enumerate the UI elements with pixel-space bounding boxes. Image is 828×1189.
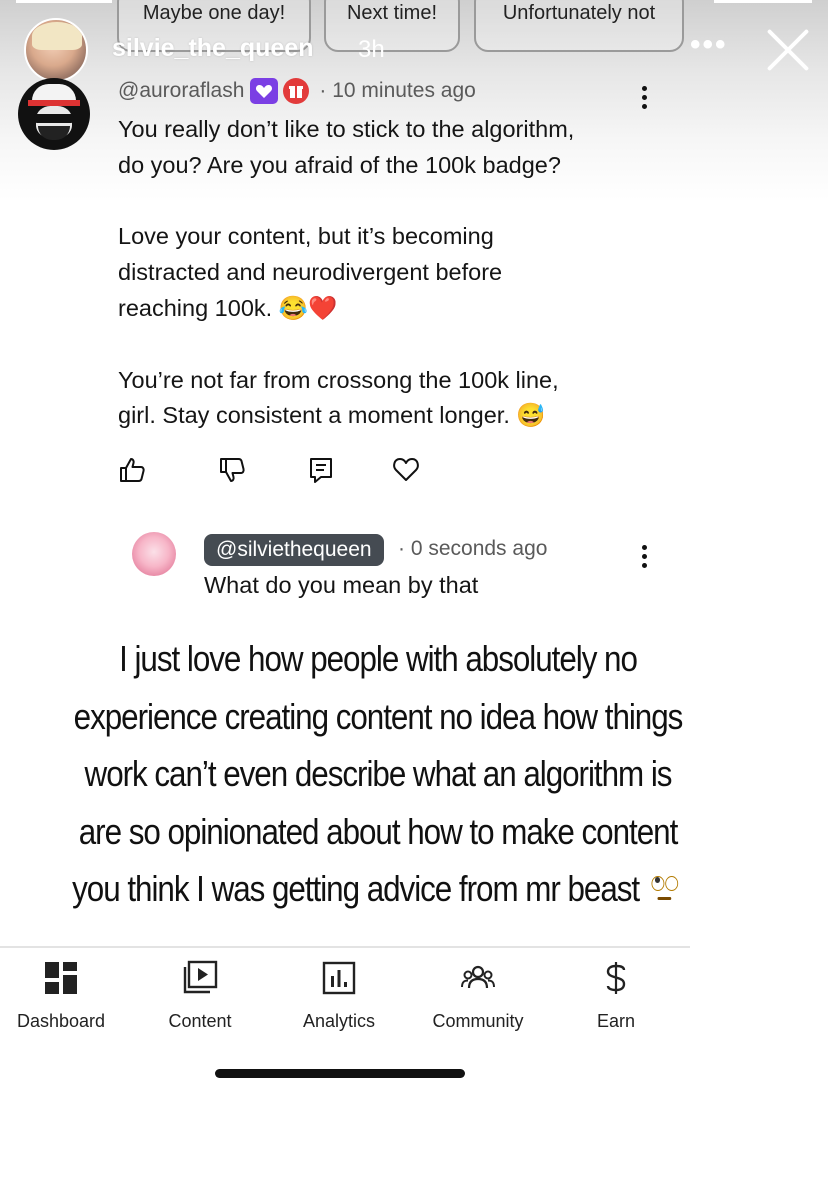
nav-earn[interactable]: Earn [551, 960, 681, 1032]
story-avatar[interactable] [24, 18, 88, 82]
commenter-avatar[interactable] [18, 78, 90, 150]
caption-line: are so opinionated about how to make con… [78, 810, 678, 852]
analytics-icon [322, 961, 356, 995]
thumbs-down-icon[interactable] [218, 456, 246, 484]
caption-line: you think I was getting advice from mr b… [72, 868, 640, 909]
heart-icon[interactable] [392, 455, 420, 483]
nav-community[interactable]: Community [413, 960, 543, 1032]
caption-line: experience creating content no idea how … [73, 695, 683, 737]
comment-line: do you? Are you afraid of the 100k badge… [118, 151, 561, 178]
comment-menu-icon[interactable] [641, 86, 649, 114]
reply-time: · 0 seconds ago [398, 537, 548, 560]
comment-line: girl. Stay consistent a moment longer. 😅 [118, 402, 546, 429]
story-progress-bar [714, 0, 812, 3]
nav-label: Community [432, 1011, 524, 1031]
comment-body: You really don’t like to stick to the al… [118, 112, 678, 434]
comment-line: You really don’t like to stick to the al… [118, 116, 575, 142]
nav-label: Dashboard [16, 1011, 106, 1031]
nav-label: Content [168, 1011, 232, 1031]
caption-line: I just love how people with absolutely n… [119, 638, 638, 679]
poll-option[interactable]: Next time! [324, 0, 460, 52]
poll-option[interactable]: Unfortunately not [474, 0, 684, 52]
nav-label: Earn [596, 1011, 636, 1031]
ellipsis-icon[interactable]: ••• [690, 28, 728, 62]
heart-badge-icon [250, 78, 279, 104]
comment-meta: @auroraflash · 10 minutes ago [118, 76, 476, 106]
reply-text: What do you mean by that [204, 572, 479, 598]
comment-handle[interactable]: @auroraflash [118, 79, 244, 103]
eye-roll-emoji-icon [644, 864, 684, 910]
comment-line: reaching 100k. 😂❤️ [118, 294, 338, 321]
dashboard-icon [45, 962, 77, 994]
comment-time: · 10 minutes ago [319, 79, 476, 102]
nav-divider [0, 946, 690, 948]
nav-label: Analytics [302, 1011, 376, 1031]
reply-icon[interactable] [307, 456, 335, 484]
home-indicator[interactable] [215, 1069, 465, 1078]
story-progress-bar [16, 0, 112, 3]
story-caption: I just love how people with absolutely n… [62, 630, 695, 918]
nav-dashboard[interactable]: Dashboard [0, 960, 126, 1032]
comment-line: distracted and neurodivergent before [118, 259, 503, 286]
reply-handle[interactable]: @silviethequeen [204, 534, 384, 566]
content-icon [183, 960, 218, 994]
thumbs-up-icon[interactable] [118, 456, 146, 484]
comment-line: You’re not far from crossong the 100k li… [118, 366, 559, 393]
reply-avatar[interactable] [132, 532, 176, 576]
reply-menu-icon[interactable] [641, 545, 649, 573]
nav-analytics[interactable]: Analytics [274, 960, 404, 1032]
earn-icon [606, 962, 626, 994]
close-icon[interactable] [764, 26, 812, 74]
gift-badge-icon [283, 78, 310, 104]
nav-content[interactable]: Content [135, 960, 265, 1032]
story-username[interactable]: silvie_the_queen [112, 34, 313, 63]
story-time: 3h [358, 36, 385, 63]
caption-line: work can’t even describe what an algorit… [84, 753, 672, 794]
comment-line: Love your content, but it’s becoming [118, 223, 494, 250]
community-icon [461, 965, 495, 989]
